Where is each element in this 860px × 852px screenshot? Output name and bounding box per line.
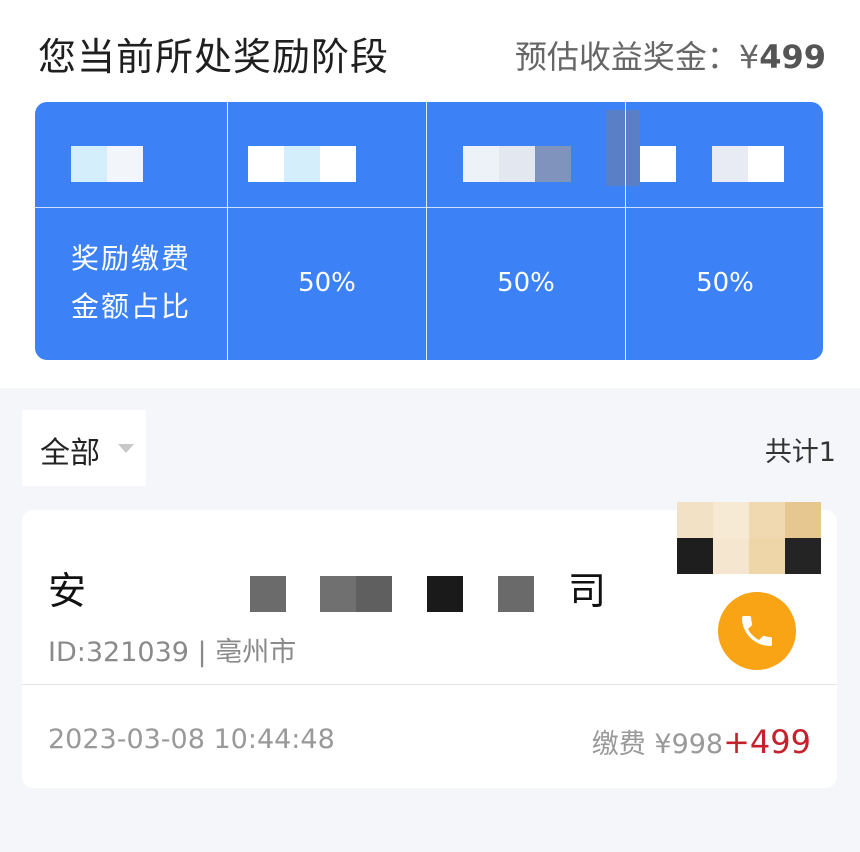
obscured-label <box>463 146 571 182</box>
estimated-bonus-currency: ¥ <box>738 38 760 76</box>
highlight-marker <box>606 110 640 186</box>
filter-label: 全部 <box>40 436 100 471</box>
page-title: 您当前所处奖励阶段 <box>38 35 390 79</box>
caret-down-icon <box>118 444 134 453</box>
card-divider <box>22 684 837 685</box>
stage-header-row <box>35 102 823 208</box>
obscured-label <box>640 146 784 182</box>
reward-ratio-value: 50% <box>696 268 754 298</box>
fee-label: 缴费 <box>591 729 646 760</box>
avatar <box>677 502 821 574</box>
stage-header-cell[interactable] <box>606 102 823 207</box>
company-name-end: 司 <box>568 569 607 613</box>
record-city: 亳州市 <box>215 637 297 668</box>
redacted-text <box>356 576 392 612</box>
record-datetime: 2023-03-08 10:44:48 <box>48 724 335 755</box>
header: 您当前所处奖励阶段 预估收益奖金：¥499 <box>0 0 860 100</box>
stage-header-cell[interactable] <box>228 102 426 207</box>
reward-ratio-label-line2: 金额占比 <box>70 290 191 323</box>
reward-ratio-value: 50% <box>298 268 356 298</box>
estimated-bonus-label: 预估收益奖金： <box>514 38 739 76</box>
stage-header-cell <box>35 102 227 207</box>
reward-ratio-label: 奖励缴费 金额占比 <box>35 207 227 360</box>
call-button[interactable] <box>718 592 796 670</box>
obscured-label <box>248 146 356 182</box>
filter-dropdown[interactable]: 全部 <box>22 410 146 486</box>
stage-header-cell[interactable] <box>427 102 625 207</box>
reward-ratio-label-line1: 奖励缴费 <box>70 242 191 275</box>
redacted-text <box>250 576 286 612</box>
company-name-start: 安 <box>48 569 87 613</box>
redacted-text <box>320 576 356 612</box>
reward-ratio-value: 50% <box>497 268 555 298</box>
fee-bonus: +499 <box>723 723 811 761</box>
fee-amount: 998 <box>671 729 724 760</box>
estimated-bonus-amount: 499 <box>759 38 826 76</box>
record-meta: ID:321039 | 亳州市 <box>48 630 296 669</box>
record-fee: 缴费 ¥998+499 <box>592 722 811 761</box>
meta-separator: | <box>197 637 207 668</box>
reward-stage-table: 奖励缴费 金额占比 50% 50% 50% <box>35 102 823 360</box>
page: 您当前所处奖励阶段 预估收益奖金：¥499 奖励缴费 金额占比 50% 50% … <box>0 0 860 852</box>
phone-icon <box>742 616 772 646</box>
obscured-label <box>71 146 143 182</box>
fee-currency: ¥ <box>654 729 672 760</box>
total-count: 共计1 <box>764 437 836 468</box>
redacted-text <box>498 576 534 612</box>
record-id: ID:321039 <box>48 637 189 668</box>
estimated-bonus: 预估收益奖金：¥499 <box>515 32 826 78</box>
redacted-text <box>427 576 463 612</box>
